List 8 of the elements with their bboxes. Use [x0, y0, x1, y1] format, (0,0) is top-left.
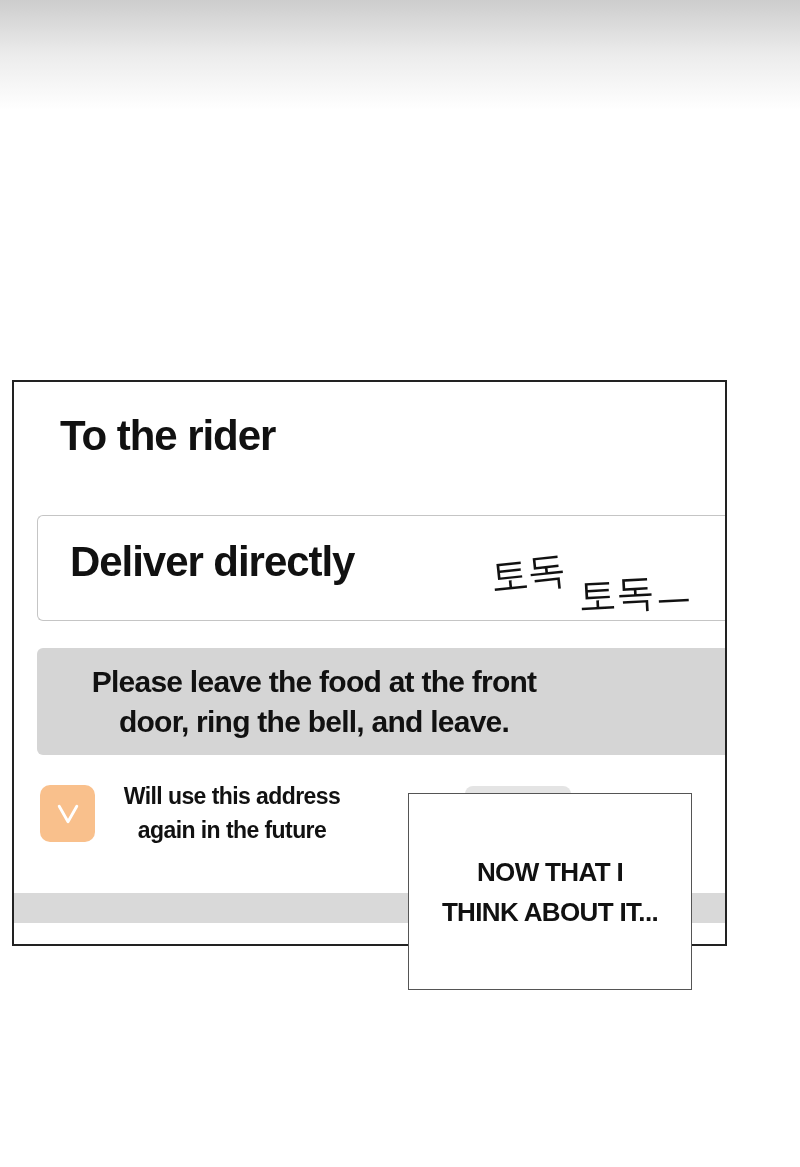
section-title: To the rider [60, 412, 276, 460]
check-icon [56, 802, 79, 825]
note-text: Please leave the food at the front door, ring the bell, and leave. [90, 663, 538, 740]
checkbox[interactable] [40, 785, 95, 842]
sound-effect-text: 토독ㅡ [577, 569, 693, 617]
caption-text: NOW THAT I THINK ABOUT IT... [441, 855, 659, 929]
checkbox-label: Will use this address again in the future [122, 782, 342, 845]
sound-effect-text: 토독 [488, 548, 568, 598]
